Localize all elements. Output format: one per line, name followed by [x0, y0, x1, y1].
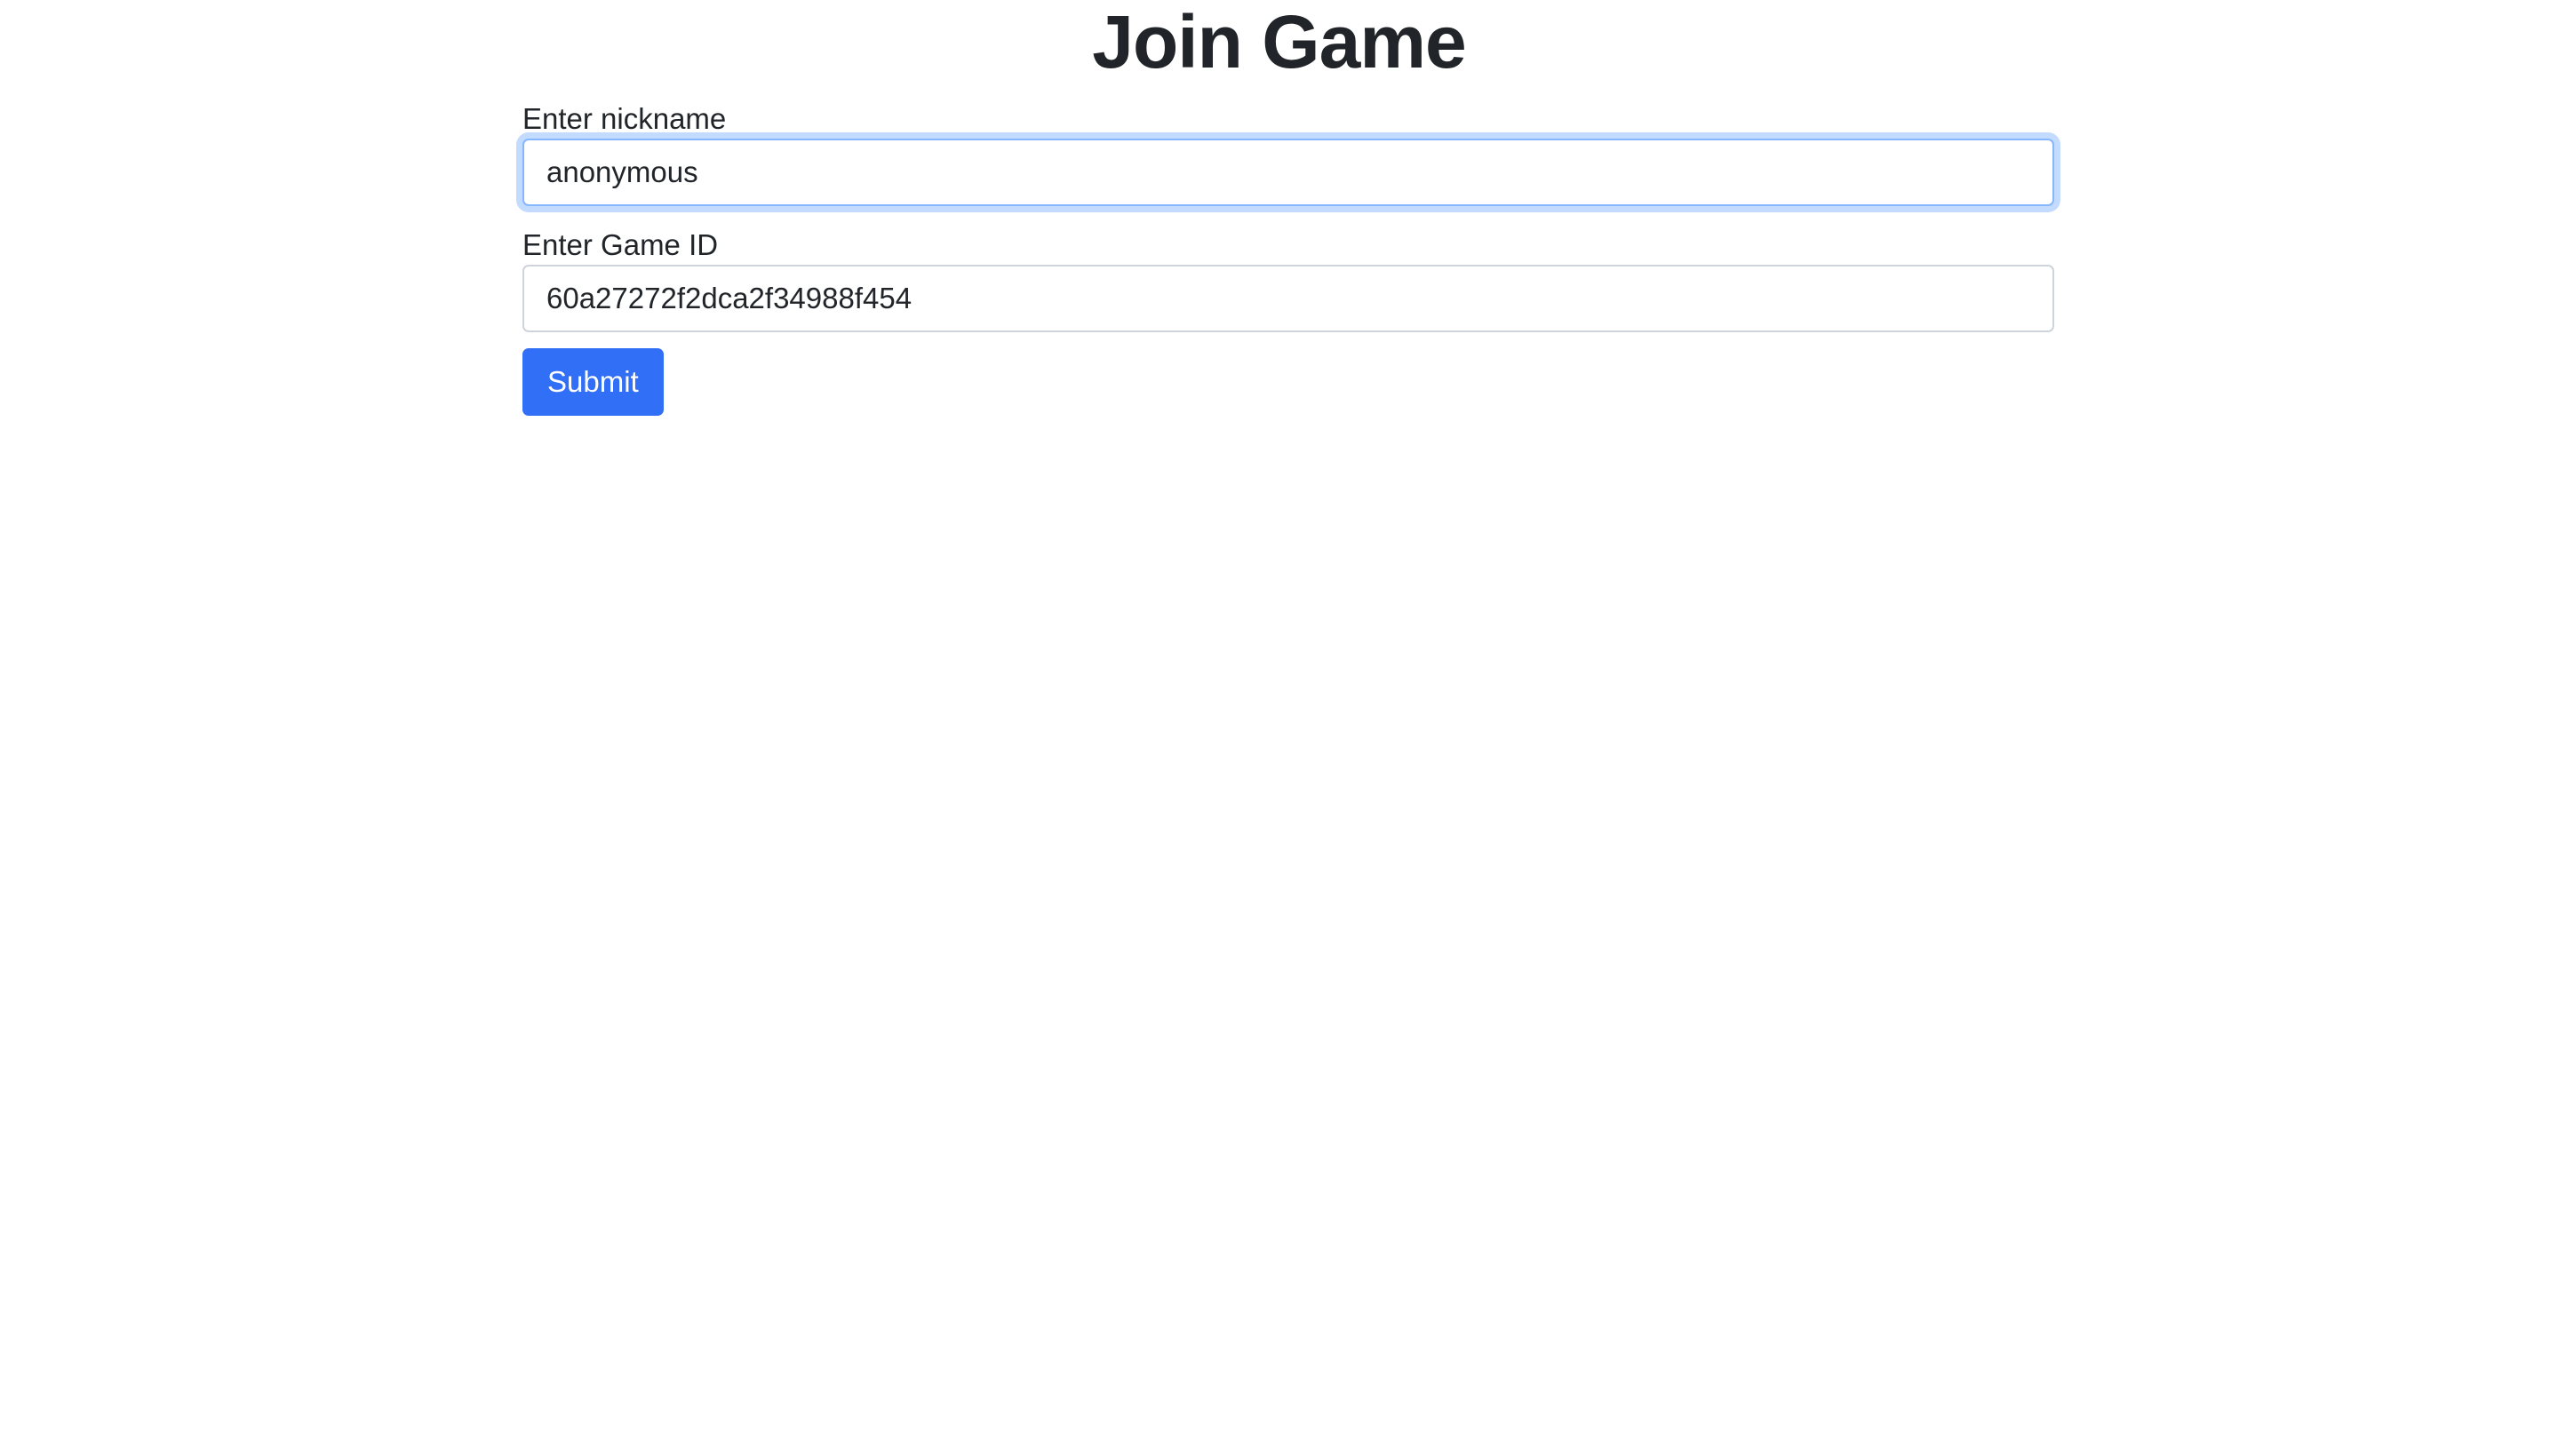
page-title: Join Game	[1092, 0, 1466, 84]
join-game-form: Enter nickname Enter Game ID Submit	[522, 99, 2054, 416]
nickname-label: Enter nickname	[522, 102, 727, 135]
game-id-group: Enter Game ID	[522, 226, 2054, 332]
game-id-input[interactable]	[522, 265, 2054, 332]
join-game-page: Join Game Enter nickname Enter Game ID S…	[0, 0, 2558, 1456]
game-id-label: Enter Game ID	[522, 228, 719, 261]
nickname-input[interactable]	[522, 139, 2054, 206]
nickname-group: Enter nickname	[522, 99, 2054, 206]
submit-button[interactable]: Submit	[522, 348, 664, 416]
